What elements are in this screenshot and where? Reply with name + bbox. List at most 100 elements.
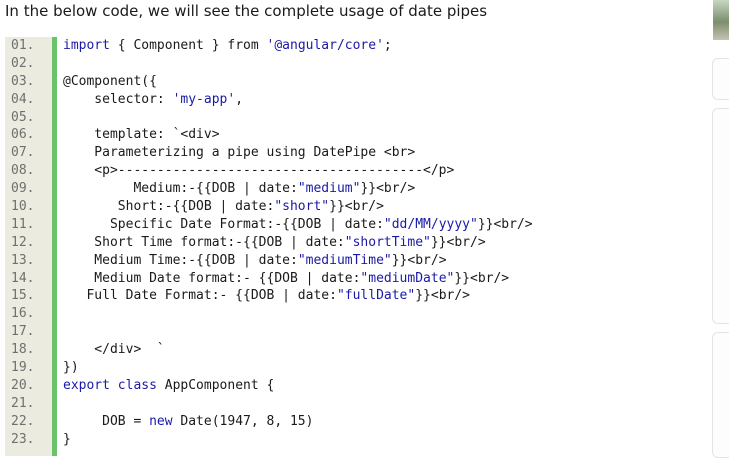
code-line: 08. <p>---------------------------------… (5, 162, 698, 180)
code-token: , (235, 91, 244, 107)
code-text: selector: 'my-app', (63, 91, 243, 109)
code-text: } (63, 431, 71, 449)
code-text: import { Component } from '@angular/core… (63, 37, 392, 55)
code-line: 10. Short:-{{DOB | date:"short"}}<br/> (5, 198, 698, 216)
code-line: 03. @Component({ (5, 73, 698, 91)
code-text: </div> ` (63, 341, 165, 359)
code-line: 07. Parameterizing a pipe using DatePipe… (5, 144, 698, 162)
code-token: Full Date Format:- {{DOB | date: (63, 288, 337, 304)
line-number: 15. (11, 288, 35, 304)
code-text: @Component({ (63, 73, 157, 91)
code-token: AppComponent { (156, 377, 275, 393)
keyword-token: new (149, 413, 173, 429)
code-line: 21. (5, 395, 698, 413)
line-number: 09. (11, 181, 35, 197)
line-number: 01. (11, 38, 35, 53)
code-lines: 01. import { Component } from '@angular/c… (5, 37, 698, 448)
string-token: "fullDate" (336, 288, 416, 304)
code-token: }}<br/> (415, 288, 471, 304)
code-token: }}<br/> (477, 216, 533, 232)
line-number: 13. (11, 252, 35, 268)
string-token: 'my-app' (172, 91, 236, 107)
code-line: 11. Specific Date Format:-{{DOB | date:"… (5, 216, 698, 234)
string-token: '@angular/core' (266, 38, 384, 53)
code-line: 18. </div> ` (5, 341, 698, 359)
line-number: 03. (11, 73, 35, 89)
code-token: Date(1947, 8, 15) (172, 413, 314, 429)
code-token: DOB = (63, 413, 150, 429)
code-text: <p>-------------------------------------… (63, 162, 454, 180)
code-line: 05. (5, 109, 698, 127)
intro-paragraph: In the below code, we will see the compl… (5, 2, 488, 20)
code-token: selector: (63, 91, 173, 107)
string-token: "medium" (297, 181, 361, 197)
code-token: }}<br/> (391, 252, 447, 268)
code-token: </div> ` (63, 342, 165, 358)
string-token: "shortTime" (344, 234, 431, 250)
code-token: <p>-------------------------------------… (63, 163, 455, 179)
code-text: Medium:-{{DOB | date:"medium"}}<br/> (63, 180, 415, 198)
keyword-token: import (63, 38, 110, 53)
line-number: 04. (11, 91, 35, 107)
code-token: Medium:-{{DOB | date: (63, 181, 298, 197)
code-text: Full Date Format:- {{DOB | date:"fullDat… (63, 287, 470, 305)
line-number: 05. (11, 109, 35, 125)
code-line: 17. (5, 323, 698, 341)
line-number: 10. (11, 199, 35, 215)
code-text: }) (63, 359, 79, 377)
code-text: template: `<div> (63, 126, 220, 144)
line-number: 16. (11, 306, 35, 322)
line-number: 23. (11, 431, 35, 447)
code-line: 09. Medium:-{{DOB | date:"medium"}}<br/> (5, 180, 698, 198)
code-token: template: `<div> (63, 127, 220, 143)
sidebar-card (712, 58, 729, 100)
code-line: 20. export class AppComponent { (5, 377, 698, 395)
line-number: 06. (11, 127, 35, 143)
code-token: Specific Date Format:-{{DOB | date: (63, 216, 384, 232)
code-token: @Component({ (63, 73, 157, 89)
string-token: "short" (274, 199, 330, 215)
code-token: }}<br/> (430, 234, 486, 250)
code-token: } (63, 431, 71, 447)
sidebar-thumbnail-image[interactable] (713, 0, 729, 40)
sidebar-card (712, 332, 729, 458)
code-line: 13. Medium Time:-{{DOB | date:"mediumTim… (5, 252, 698, 270)
code-line: 06. template: `<div> (5, 126, 698, 144)
sidebar-card (712, 108, 729, 324)
line-number: 18. (11, 342, 35, 358)
code-text: Medium Time:-{{DOB | date:"mediumTime"}}… (63, 252, 447, 270)
code-text: Parameterizing a pipe using DatePipe <br… (63, 144, 415, 162)
line-number: 14. (11, 270, 35, 286)
keyword-token: export class (63, 377, 157, 393)
code-line: 14. Medium Date format:- {{DOB | date:"m… (5, 270, 698, 288)
code-line: 01. import { Component } from '@angular/c… (5, 37, 698, 55)
string-token: "mediumTime" (297, 252, 392, 268)
code-token: }) (63, 360, 79, 376)
code-line: 23.} (5, 431, 698, 449)
code-token: }}<br/> (329, 199, 384, 215)
code-line: 19.}) (5, 359, 698, 377)
line-number: 17. (11, 324, 35, 340)
code-token: ; (383, 38, 392, 53)
code-line: 15. Full Date Format:- {{DOB | date:"ful… (5, 287, 698, 305)
code-token: }}<br/> (360, 181, 416, 197)
line-number: 08. (11, 163, 35, 179)
code-line: 12. Short Time format:-{{DOB | date:"sho… (5, 234, 698, 252)
line-number: 21. (11, 395, 35, 411)
code-token: Parameterizing a pipe using DatePipe <br… (63, 145, 416, 161)
code-text: Short Time format:-{{DOB | date:"shortTi… (63, 234, 486, 252)
code-block: 01. import { Component } from '@angular/c… (5, 37, 698, 456)
string-token: "mediumDate" (360, 270, 455, 286)
code-token: }}<br/> (454, 270, 510, 286)
code-text: DOB = new Date(1947, 8, 15) (63, 413, 313, 431)
code-line: 02. (5, 55, 698, 73)
code-text: Specific Date Format:-{{DOB | date:"dd/M… (63, 216, 533, 234)
line-number: 20. (11, 377, 35, 393)
code-text: export class AppComponent { (63, 377, 274, 395)
code-token: { Component } from (109, 38, 267, 53)
code-text: Short:-{{DOB | date:"short"}}<br/> (63, 198, 384, 216)
code-line: 04. selector: 'my-app', (5, 91, 698, 109)
code-token: Short:-{{DOB | date: (63, 199, 275, 215)
line-number: 07. (11, 145, 35, 161)
code-token: Short Time format:-{{DOB | date: (63, 234, 345, 250)
